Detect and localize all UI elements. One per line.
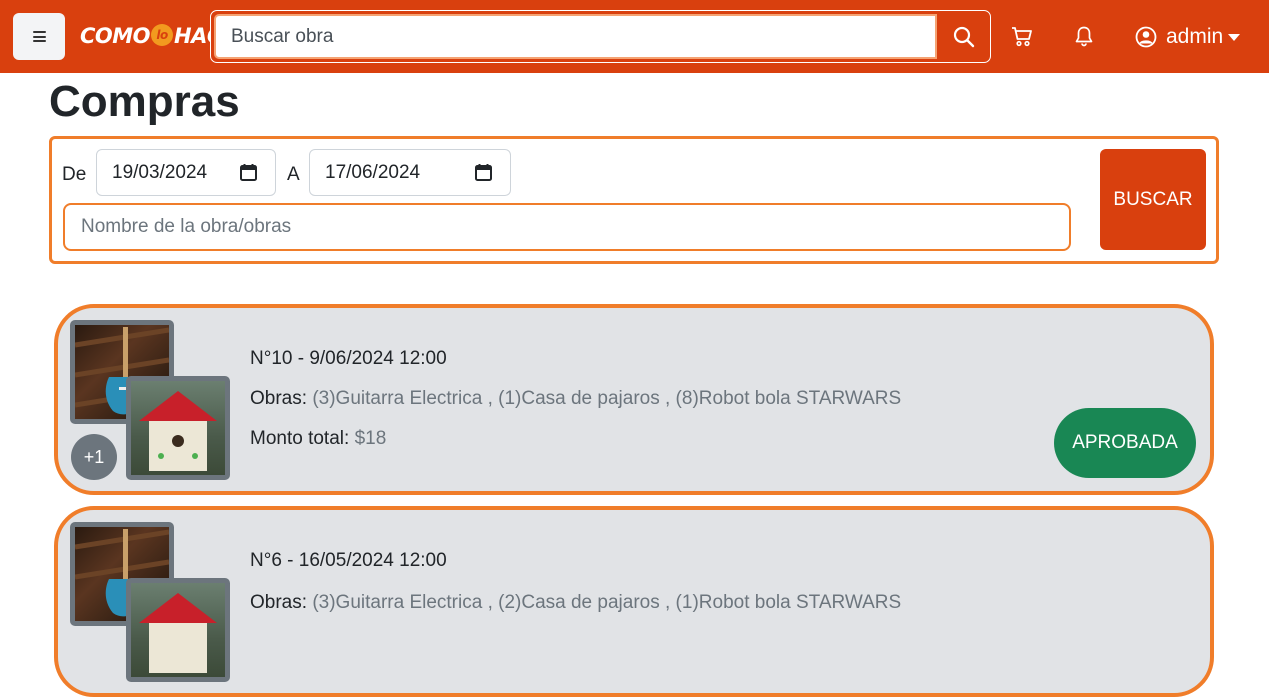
artwork-thumbnail[interactable] (126, 376, 230, 480)
logo-text-mid: lo (151, 24, 174, 46)
logo-text-left: COMO (80, 24, 151, 48)
page-title: Compras (49, 77, 240, 126)
order-card[interactable]: +1 N°10 - 9/06/2024 12:00 Obras: (3)Guit… (54, 304, 1214, 495)
birdhouse-image (139, 593, 217, 673)
order-title: N°10 - 9/06/2024 12:00 (250, 348, 447, 369)
to-date-label: A (287, 164, 300, 185)
order-total-value: $18 (354, 428, 387, 449)
navbar: COMOloHAGO admin (0, 0, 1269, 73)
artwork-name-input[interactable] (63, 203, 1071, 251)
order-items-line: Obras: (3)Guitarra Electrica , (1)Casa d… (250, 388, 901, 410)
order-items-value: (3)Guitarra Electrica , (2)Casa de pajar… (312, 592, 902, 613)
order-title: N°6 - 16/05/2024 12:00 (250, 550, 447, 571)
menu-toggle-button[interactable] (13, 13, 65, 60)
from-date-label: De (62, 164, 87, 185)
status-badge: APROBADA (1054, 408, 1196, 478)
user-circle-icon (1135, 26, 1157, 48)
search-input[interactable] (214, 14, 937, 59)
order-items-line: Obras: (3)Guitarra Electrica , (2)Casa d… (250, 592, 901, 614)
calendar-icon (475, 164, 492, 181)
chevron-down-icon (1228, 33, 1241, 41)
bell-icon (1075, 26, 1093, 47)
order-total-label: Monto total: (250, 428, 350, 449)
order-total-line: Monto total: $18 (250, 428, 386, 450)
to-date-value: 17/06/2024 (325, 161, 421, 183)
buscar-button[interactable]: BUSCAR (1100, 149, 1206, 250)
user-name: admin (1166, 25, 1224, 48)
birdhouse-image (139, 391, 217, 471)
artwork-thumbnail[interactable] (126, 578, 230, 682)
cart-button[interactable] (1010, 24, 1034, 48)
order-items-label: Obras: (250, 592, 308, 613)
user-menu-dropdown[interactable]: admin (1135, 24, 1241, 50)
more-items-badge[interactable]: +1 (71, 434, 117, 480)
search-bar (210, 10, 991, 63)
search-icon (953, 26, 974, 47)
search-button[interactable] (937, 11, 990, 62)
from-date-input[interactable]: 19/03/2024 (96, 149, 276, 196)
calendar-icon (240, 164, 257, 181)
notifications-button[interactable] (1072, 24, 1096, 48)
order-items-value: (3)Guitarra Electrica , (1)Casa de pajar… (312, 388, 902, 409)
from-date-value: 19/03/2024 (112, 161, 208, 183)
cart-icon (1012, 27, 1032, 47)
filter-panel: De 19/03/2024 A 17/06/2024 BUSCAR (49, 136, 1219, 264)
to-date-input[interactable]: 17/06/2024 (309, 149, 511, 196)
hamburger-icon (32, 31, 46, 42)
order-card[interactable]: N°6 - 16/05/2024 12:00 Obras: (3)Guitarr… (54, 506, 1214, 697)
order-items-label: Obras: (250, 388, 308, 409)
